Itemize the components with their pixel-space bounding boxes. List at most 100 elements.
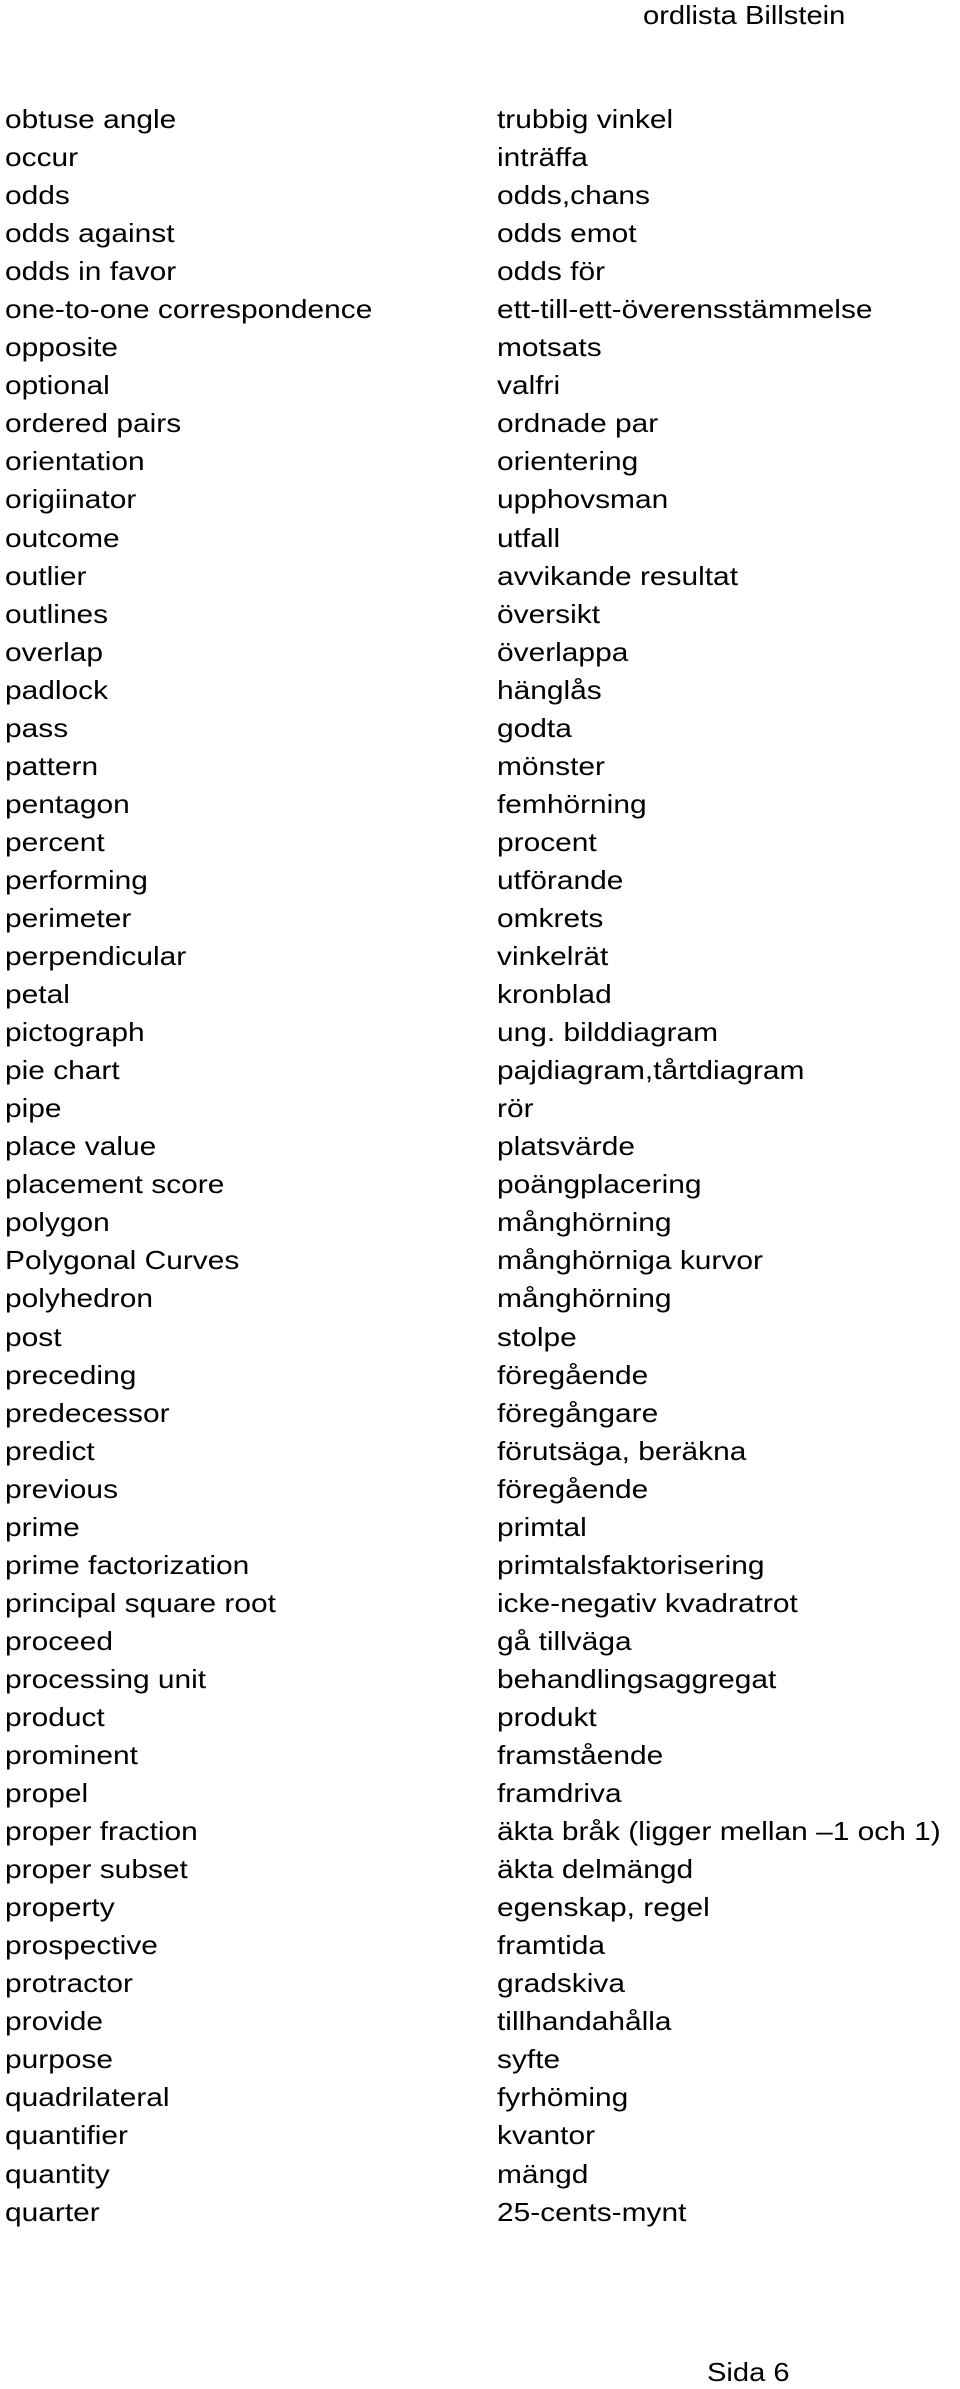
glossary-entry: predecessor föregångare [5,1394,960,1432]
english-term: optional [5,370,110,401]
glossary-entry: ordered pairs ordnade par [5,404,960,442]
swedish-translation: äkta delmängd [497,1854,694,1885]
glossary-entry: preceding föregående [5,1356,960,1394]
english-term: percent [5,826,105,857]
glossary-entry: odds odds,chans [5,176,960,214]
glossary-entry: pie chart pajdiagram,tårtdiagram [5,1051,960,1089]
glossary-entry: opposite motsats [5,328,960,366]
glossary-entry: protractor gradskiva [5,1964,960,2002]
swedish-translation: framstående [497,1740,664,1771]
glossary-entry: previous föregående [5,1470,960,1508]
glossary-entry: padlock hänglås [5,671,960,709]
english-term: odds in favor [5,256,177,287]
english-term: product [5,1701,105,1732]
english-term: outlines [5,598,109,629]
swedish-translation: ordnade par [497,408,659,439]
english-term: quadrilateral [5,2082,170,2113]
english-term: predict [5,1435,95,1466]
glossary-entry: polygon månghörning [5,1203,960,1241]
english-term: quantifier [5,2120,129,2151]
glossary-entry: prime primtal [5,1508,960,1546]
glossary-entry: place value platsvärde [5,1127,960,1165]
glossary-entry: processing unit behandlingsaggregat [5,1660,960,1698]
english-term: petal [5,979,70,1010]
swedish-translation: framtida [497,1930,606,1961]
english-term: origiinator [5,484,137,515]
english-term: pie chart [5,1055,120,1086]
glossary-entry: perimeter omkrets [5,899,960,937]
swedish-translation: månghörning [497,1283,672,1314]
glossary-entry: provide tillhandahålla [5,2002,960,2040]
swedish-translation: omkrets [497,902,604,933]
swedish-translation: femhörning [497,788,647,819]
english-term: post [5,1321,62,1352]
glossary-entry: orientation orientering [5,442,960,480]
glossary-list: obtuse angle trubbig vinkel occur inträffa o… [5,100,960,2231]
glossary-entry: obtuse angle trubbig vinkel [5,100,960,138]
swedish-translation: överlappa [497,636,629,667]
glossary-entry: predict förutsäga, beräkna [5,1432,960,1470]
glossary-entry: overlap överlappa [5,633,960,671]
swedish-translation: fyrhöming [497,2082,629,2113]
swedish-translation: egenskap, regel [497,1892,710,1923]
glossary-entry: pictograph ung. bilddiagram [5,1013,960,1051]
swedish-translation: motsats [497,332,602,363]
swedish-translation: mängd [497,2158,589,2189]
english-term: pictograph [5,1017,145,1048]
swedish-translation: upphovsman [497,484,669,515]
swedish-translation: kvantor [497,2120,596,2151]
english-term: pipe [5,1093,62,1124]
glossary-entry: Polygonal Curves månghörniga kurvor [5,1241,960,1279]
page-number: Sida 6 [707,2357,790,2387]
swedish-translation: syfte [497,2044,561,2075]
english-term: purpose [5,2044,114,2075]
swedish-translation: 25-cents-mynt [497,2196,687,2227]
english-term: outlier [5,560,87,591]
swedish-translation: tillhandahålla [497,2006,672,2037]
swedish-translation: ett-till-ett-överensstämmelse [497,294,873,325]
glossary-entry: percent procent [5,823,960,861]
glossary-entry: principal square root icke-negativ kvadra… [5,1584,960,1622]
english-term: pass [5,712,69,743]
swedish-translation: procent [497,826,597,857]
english-term: opposite [5,332,119,363]
swedish-translation: gå tillväga [497,1625,632,1656]
glossary-entry: origiinator upphovsman [5,480,960,518]
glossary-entry: outlines översikt [5,595,960,633]
english-term: outcome [5,522,120,553]
english-term: ordered pairs [5,408,182,439]
glossary-entry: pattern mönster [5,747,960,785]
glossary-entry: odds against odds emot [5,214,960,252]
english-term: pentagon [5,788,130,819]
swedish-translation: primtalsfaktorisering [497,1549,765,1580]
swedish-translation: pajdiagram,tårtdiagram [497,1055,805,1086]
english-term: preceding [5,1359,137,1390]
english-term: proceed [5,1625,114,1656]
glossary-entry: occur inträffa [5,138,960,176]
english-term: perimeter [5,902,132,933]
swedish-translation: valfri [497,370,561,401]
english-term: occur [5,142,79,173]
glossary-entry: pentagon femhörning [5,785,960,823]
swedish-translation: primtal [497,1511,587,1542]
english-term: orientation [5,446,145,477]
swedish-translation: rör [497,1093,534,1124]
swedish-translation: avvikande resultat [497,560,738,591]
english-term: polygon [5,1207,110,1238]
swedish-translation: månghörniga kurvor [497,1245,763,1276]
swedish-translation: framdriva [497,1778,622,1809]
english-term: one-to-one correspondence [5,294,373,325]
swedish-translation: odds emot [497,218,637,249]
english-term: protractor [5,1968,133,1999]
english-term: predecessor [5,1397,170,1428]
glossary-entry: property egenskap, regel [5,1888,960,1926]
english-term: property [5,1892,115,1923]
english-term: prominent [5,1740,138,1771]
swedish-translation: odds för [497,256,606,287]
glossary-entry: pipe rör [5,1089,960,1127]
glossary-entry: quantifier kvantor [5,2116,960,2154]
swedish-translation: utförande [497,864,624,895]
swedish-translation: föregående [497,1473,649,1504]
english-term: prospective [5,1930,158,1961]
swedish-translation: kronblad [497,979,612,1010]
